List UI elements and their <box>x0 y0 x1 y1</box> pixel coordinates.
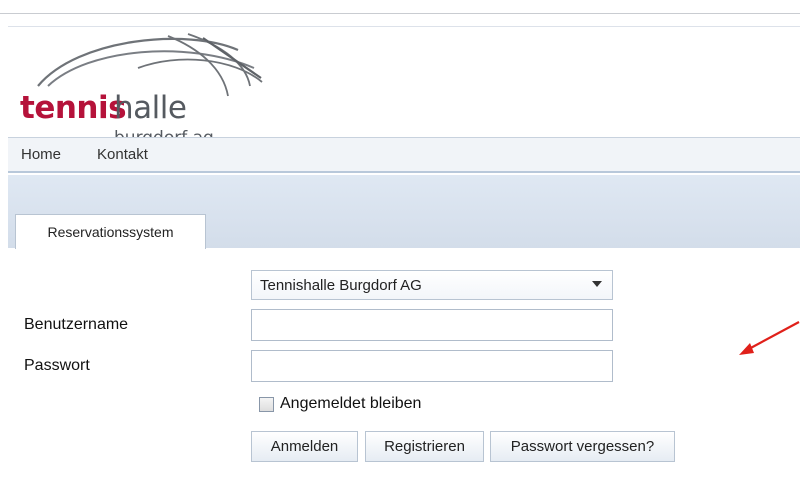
logo-word-halle: halle <box>114 90 187 126</box>
password-label: Passwort <box>24 357 90 374</box>
browser-top-strip <box>0 0 800 14</box>
logo-swoosh-icon <box>37 33 263 97</box>
tab-reservationssystem[interactable]: Reservationssystem <box>15 214 206 249</box>
location-select-value: Tennishalle Burgdorf AG <box>260 276 422 294</box>
password-input[interactable] <box>251 350 613 382</box>
remember-label[interactable]: Angemeldet bleiben <box>280 395 421 413</box>
username-input[interactable] <box>251 309 613 341</box>
red-arrow-icon <box>739 321 800 355</box>
login-button[interactable]: Anmelden <box>251 431 358 462</box>
nav-item-kontakt[interactable]: Kontakt <box>97 146 148 163</box>
site-logo[interactable]: tennis halle burgdorf ag <box>18 28 268 148</box>
nav-item-home[interactable]: Home <box>21 146 61 163</box>
forgot-password-button[interactable]: Passwort vergessen? <box>490 431 675 462</box>
chevron-down-icon[interactable] <box>592 281 602 287</box>
top-divider <box>0 13 800 14</box>
logo-word-tennis: tennis <box>20 90 127 126</box>
register-button[interactable]: Registrieren <box>365 431 484 462</box>
remember-checkbox[interactable] <box>259 397 274 412</box>
main-navigation: Home Kontakt <box>8 137 800 173</box>
location-select[interactable]: Tennishalle Burgdorf AG <box>251 270 613 300</box>
username-label: Benutzername <box>24 316 129 333</box>
